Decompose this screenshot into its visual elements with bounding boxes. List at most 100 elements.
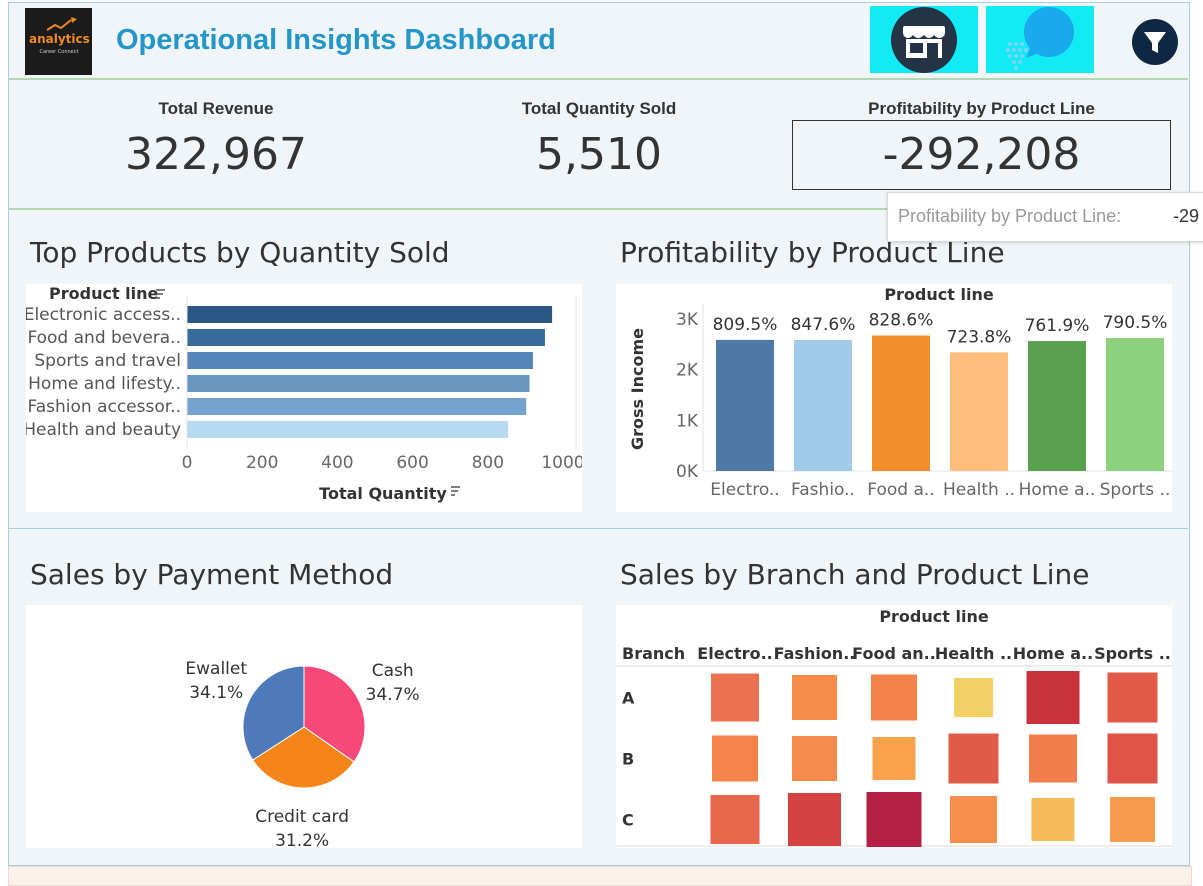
chart-header: Product line xyxy=(879,607,989,626)
store-button[interactable] xyxy=(870,6,978,73)
tooltip-value: -29 xyxy=(1173,206,1200,226)
top-products-chart: Product line Electronic access.. Food and … xyxy=(23,284,584,503)
category-label: Electronic access.. xyxy=(26,305,181,325)
x-axis-title: Total Quantity xyxy=(319,484,447,503)
bar xyxy=(872,335,930,471)
total-revenue-value: 322,967 xyxy=(125,129,307,180)
profitability-label: Profitability by Product Line xyxy=(868,99,1095,118)
column-header: Fashion.. xyxy=(774,644,856,663)
y-axis-title: Gross Income xyxy=(628,328,647,450)
data-label: 847.6% xyxy=(791,315,856,335)
profitability-tooltip: Profitability by Product Line: -29 xyxy=(887,192,1203,242)
column-header: Food an.. xyxy=(852,644,936,663)
bar xyxy=(187,421,509,438)
category-label: Food a.. xyxy=(867,480,934,500)
top-products-title: Top Products by Quantity Sold xyxy=(30,236,450,269)
category-label: Home a.. xyxy=(1019,480,1096,500)
branch-panel: Product line Branch Electro.. Fashion.. Food… xyxy=(616,605,1172,848)
y-tick-label: 3K xyxy=(676,310,699,330)
total-quantity-label: Total Quantity Sold xyxy=(521,99,677,118)
category-label: Food and bevera.. xyxy=(27,328,181,348)
heat-cell xyxy=(954,678,993,717)
payment-panel: Cash 34.7% Credit card 31.2% Ewallet 34.1% xyxy=(26,605,582,851)
tooltip-label: Profitability by Product Line: xyxy=(898,206,1122,226)
category-label: Fashio.. xyxy=(791,480,855,500)
slice-label: Ewallet xyxy=(185,659,247,679)
top-products-panel: Product line Electronic access.. Food and … xyxy=(23,284,585,512)
y-tick-label: 2K xyxy=(676,361,699,381)
column-header: Health .. xyxy=(935,644,1012,663)
branch-title: Sales by Branch and Product Line xyxy=(620,558,1090,591)
chat-button[interactable] xyxy=(986,6,1094,73)
category-label: Fashion accessor.. xyxy=(28,397,182,417)
y-tick-label: 1K xyxy=(676,411,699,431)
heat-cell xyxy=(710,795,760,844)
heat-cell xyxy=(711,673,759,722)
x-tick-label: 0 xyxy=(182,453,193,473)
trend-arrow-icon xyxy=(46,17,77,31)
store-icon xyxy=(891,7,957,73)
heat-cell xyxy=(1031,798,1075,841)
y-tick-label: 0K xyxy=(676,462,699,482)
bar xyxy=(187,398,527,415)
data-label: 828.6% xyxy=(869,311,934,331)
heat-cell xyxy=(1107,733,1158,784)
x-tick-label: 400 xyxy=(321,453,353,473)
branch-chart: Product line Branch Electro.. Fashion..Food… xyxy=(616,607,1172,847)
slice-label: Credit card xyxy=(255,807,349,827)
logo-text: analytics xyxy=(29,32,90,46)
heat-cell xyxy=(871,674,917,721)
x-tick-label: 200 xyxy=(246,453,278,473)
section-divider xyxy=(9,528,1188,529)
x-tick-label: 800 xyxy=(472,453,504,473)
category-label: Home and lifesty.. xyxy=(28,374,181,394)
total-quantity-value: 5,510 xyxy=(536,129,662,180)
heat-cell xyxy=(866,792,922,847)
chart-header: Product line xyxy=(884,285,994,304)
row-label: C xyxy=(622,811,634,830)
bar xyxy=(187,375,530,392)
total-revenue-label: Total Revenue xyxy=(158,99,274,118)
column-header: Home a.. xyxy=(1013,644,1093,663)
bar xyxy=(187,329,545,346)
slice-label: Cash xyxy=(372,661,414,681)
column-header: Electro.. xyxy=(697,644,772,663)
profitability-chart: Product line Gross Income 0K 1K 2K 3K 809.5% El… xyxy=(628,285,1172,500)
slice-value: 34.7% xyxy=(366,685,420,705)
heat-cell xyxy=(948,733,999,784)
heat-cell xyxy=(712,735,758,782)
category-label: Sports and travel xyxy=(34,351,181,371)
heat-cell xyxy=(788,793,841,846)
bar xyxy=(1106,338,1164,471)
category-label: Sports .. xyxy=(1100,480,1171,500)
row-label: B xyxy=(622,750,634,769)
x-tick-label: 1000 xyxy=(541,453,582,473)
profitability-value: -292,208 xyxy=(882,129,1081,180)
bar xyxy=(794,339,852,471)
logo: analytics Career Connect xyxy=(25,8,92,75)
heat-cell xyxy=(792,736,837,781)
bar xyxy=(187,352,533,369)
heat-cell xyxy=(872,737,916,780)
category-label: Health .. xyxy=(943,480,1015,500)
bar xyxy=(950,352,1008,471)
heat-cell xyxy=(1029,734,1077,783)
slice-value: 31.2% xyxy=(275,831,329,848)
y-axis-title: Product line xyxy=(49,284,159,303)
heat-cell xyxy=(950,796,997,843)
filter-icon xyxy=(1144,32,1166,53)
heat-cell xyxy=(792,675,837,720)
heat-cell xyxy=(1026,671,1080,724)
payment-chart: Cash 34.7% Credit card 31.2% Ewallet 34.1% xyxy=(185,659,420,851)
category-label: Health and beauty xyxy=(26,420,181,440)
bar xyxy=(187,306,553,323)
data-label: 809.5% xyxy=(713,315,778,335)
data-label: 761.9% xyxy=(1025,316,1090,336)
bottom-strip xyxy=(8,866,1192,886)
sort-icon xyxy=(451,486,460,496)
column-header: Sports .. xyxy=(1094,644,1171,663)
chat-bubble-icon xyxy=(1006,7,1074,70)
dashboard-title: Operational Insights Dashboard xyxy=(116,24,556,56)
profitability-panel: Product line Gross Income 0K 1K 2K 3K 809.5% El… xyxy=(616,284,1172,512)
filter-button[interactable] xyxy=(1132,19,1178,65)
